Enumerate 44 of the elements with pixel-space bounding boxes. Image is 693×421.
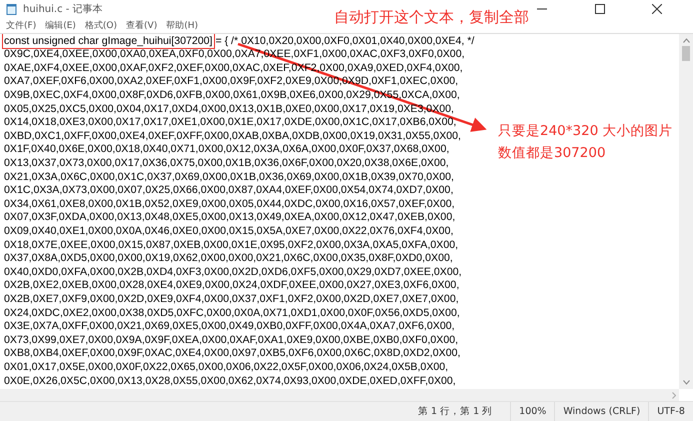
code-line: 0X24,0XDC,0XE2,0X00,0X38,0XD5,0XFC,0X00,0X0A,0X71,0XD1,0X00,0X0F,0X56,0XD5,0X00, [4,306,460,320]
code-line: 0X3E,0X7A,0XFF,0X00,0X21,0X69,0XE5,0X00,0X49,0XB0,0XFF,0X00,0X4A,0XA7,0XF6,0X00, [4,320,455,334]
code-line: 0X2B,0XE2,0XEB,0X00,0X28,0XE4,0XE9,0X00,0X24,0XDF,0XEE,0X00,0X27,0XE3,0XF6,0X00, [4,279,460,293]
menu-item[interactable]: 查看(V) [126,19,158,32]
menu-item[interactable]: 文件(F) [6,19,36,32]
line-ending: Windows (CRLF) [554,402,648,421]
notepad-app-icon [6,4,17,15]
scroll-right-icon[interactable] [672,392,676,399]
code-line: 0X37,0X8A,0XD5,0X00,0X00,0X19,0X62,0X00,0X00,0X21,0X6C,0X00,0X35,0X8F,0XD0,0X00, [4,252,453,266]
highlighted-declaration: const unsigned char gImage_huihui[307200] [4,34,212,47]
vertical-scrollbar[interactable] [679,34,693,390]
code-line: 0X0E,0X26,0X5C,0X00,0X13,0X28,0X55,0X00,0X62,0X74,0X93,0X00,0XDE,0XED,0XFF,0X00, [4,374,456,388]
window-title: huihui.c - 记事本 [23,2,103,16]
menu-item[interactable]: 格式(O) [84,19,118,32]
code-line: 0X09,0X40,0XE1,0X00,0X0A,0X46,0XE0,0X00,0X15,0X5A,0XE7,0X00,0X22,0X76,0XF4,0X00, [4,224,454,239]
code-line: 0X14,0X18,0XE3,0X00,0X17,0X17,0XE1,0X00,0X1E,0X17,0XDE,0X00,0X1C,0X17,0XB6,0X00, [4,116,456,130]
annotation-text: 自动打开这个文本，复制全部 [334,8,529,27]
maximize-icon [595,4,605,14]
code-line: 0X73,0X99,0XE7,0X00,0X9A,0X9F,0XEA,0X00,0XAF,0XA1,0XE9,0X00,0XBE,0XB0,0XF0,0X00, [4,334,458,348]
code-line: 0X07,0X3F,0XDA,0X00,0X13,0X48,0XE5,0X00,0X13,0X49,0XEA,0X00,0X12,0X47,0XEB,0X00, [4,211,456,225]
code-line: 0XBD,0XC1,0XFF,0X00,0XE4,0XEF,0XFF,0X00,0XAB,0XBA,0XDB,0X00,0X19,0X31,0X55,0X00, [4,130,461,144]
code-line: 0XB8,0XB4,0XEF,0X00,0X9F,0XAC,0XE4,0X00,0X97,0XB5,0XF6,0X00,0X6C,0X8D,0XD2,0X00, [4,347,460,361]
cursor-position: 第 1 行，第 1 列 [417,405,494,420]
scroll-up-icon[interactable] [682,38,690,43]
code-line: 0X13,0X37,0X73,0X00,0X17,0X36,0X75,0X00,0X1B,0X36,0X6F,0X00,0X20,0X38,0X6E,0X00, [4,157,449,171]
scroll-thumb[interactable] [682,46,690,61]
code-line: 0X1C,0X3A,0X73,0X00,0X07,0X25,0X66,0X00,0X87,0XA4,0XEF,0X00,0X54,0X74,0XD7,0X00, [4,184,454,198]
annotation-text: 数值都是307200 [498,144,607,163]
code-line: 0X1F,0X40,0X6E,0X00,0X18,0X40,0X71,0X00,0X12,0X3A,0X6A,0X00,0X0F,0X37,0X68,0X00, [4,143,450,158]
scroll-down-icon[interactable] [682,380,690,386]
code-line: 0X34,0X61,0XE8,0X00,0X1B,0X52,0XE9,0X00,0X05,0X44,0XDC,0X00,0X16,0X57,0XEF,0X00, [4,198,455,212]
zoom-level: 100% [510,402,554,421]
menu-item[interactable]: 编辑(E) [45,19,76,32]
close-icon [652,4,662,14]
encoding: UTF-8 [648,402,693,421]
code-text: = { /* 0X10,0X20,0X00,0XF0,0X01,0X40,0X00,0XE4, */ [214,34,474,47]
code-line: 0X2B,0XE7,0XF9,0X00,0X2D,0XE9,0XF4,0X00,0X37,0XF1,0XF2,0X00,0X2D,0XE7,0XE7,0X00, [4,292,459,307]
code-line: 0X40,0XD0,0XFA,0X00,0X2B,0XD4,0XF3,0X00,0X2D,0XD6,0XF5,0X00,0X29,0XD7,0XEE,0X00, [4,266,462,280]
annotation-text: 只要是240*320 大小的图片 [498,122,673,141]
code-line: 0X01,0X17,0X5E,0X00,0X0F,0X22,0X65,0X00,0X06,0X22,0X5F,0X00,0X06,0X24,0X5B,0X00, [4,360,448,375]
code-line: 0X18,0X7E,0XEE,0X00,0X15,0X87,0XEB,0X00,0X1E,0X95,0XF2,0X00,0X3A,0XA5,0XFA,0X00, [4,238,458,252]
code-line: 0X21,0X3A,0X6C,0X00,0X1C,0X37,0X69,0X00,0X1B,0X36,0X69,0X00,0X1B,0X39,0X70,0X00, [4,170,454,184]
menu-item[interactable]: 帮助(H) [166,19,198,32]
horizontal-scrollbar[interactable] [0,389,679,402]
